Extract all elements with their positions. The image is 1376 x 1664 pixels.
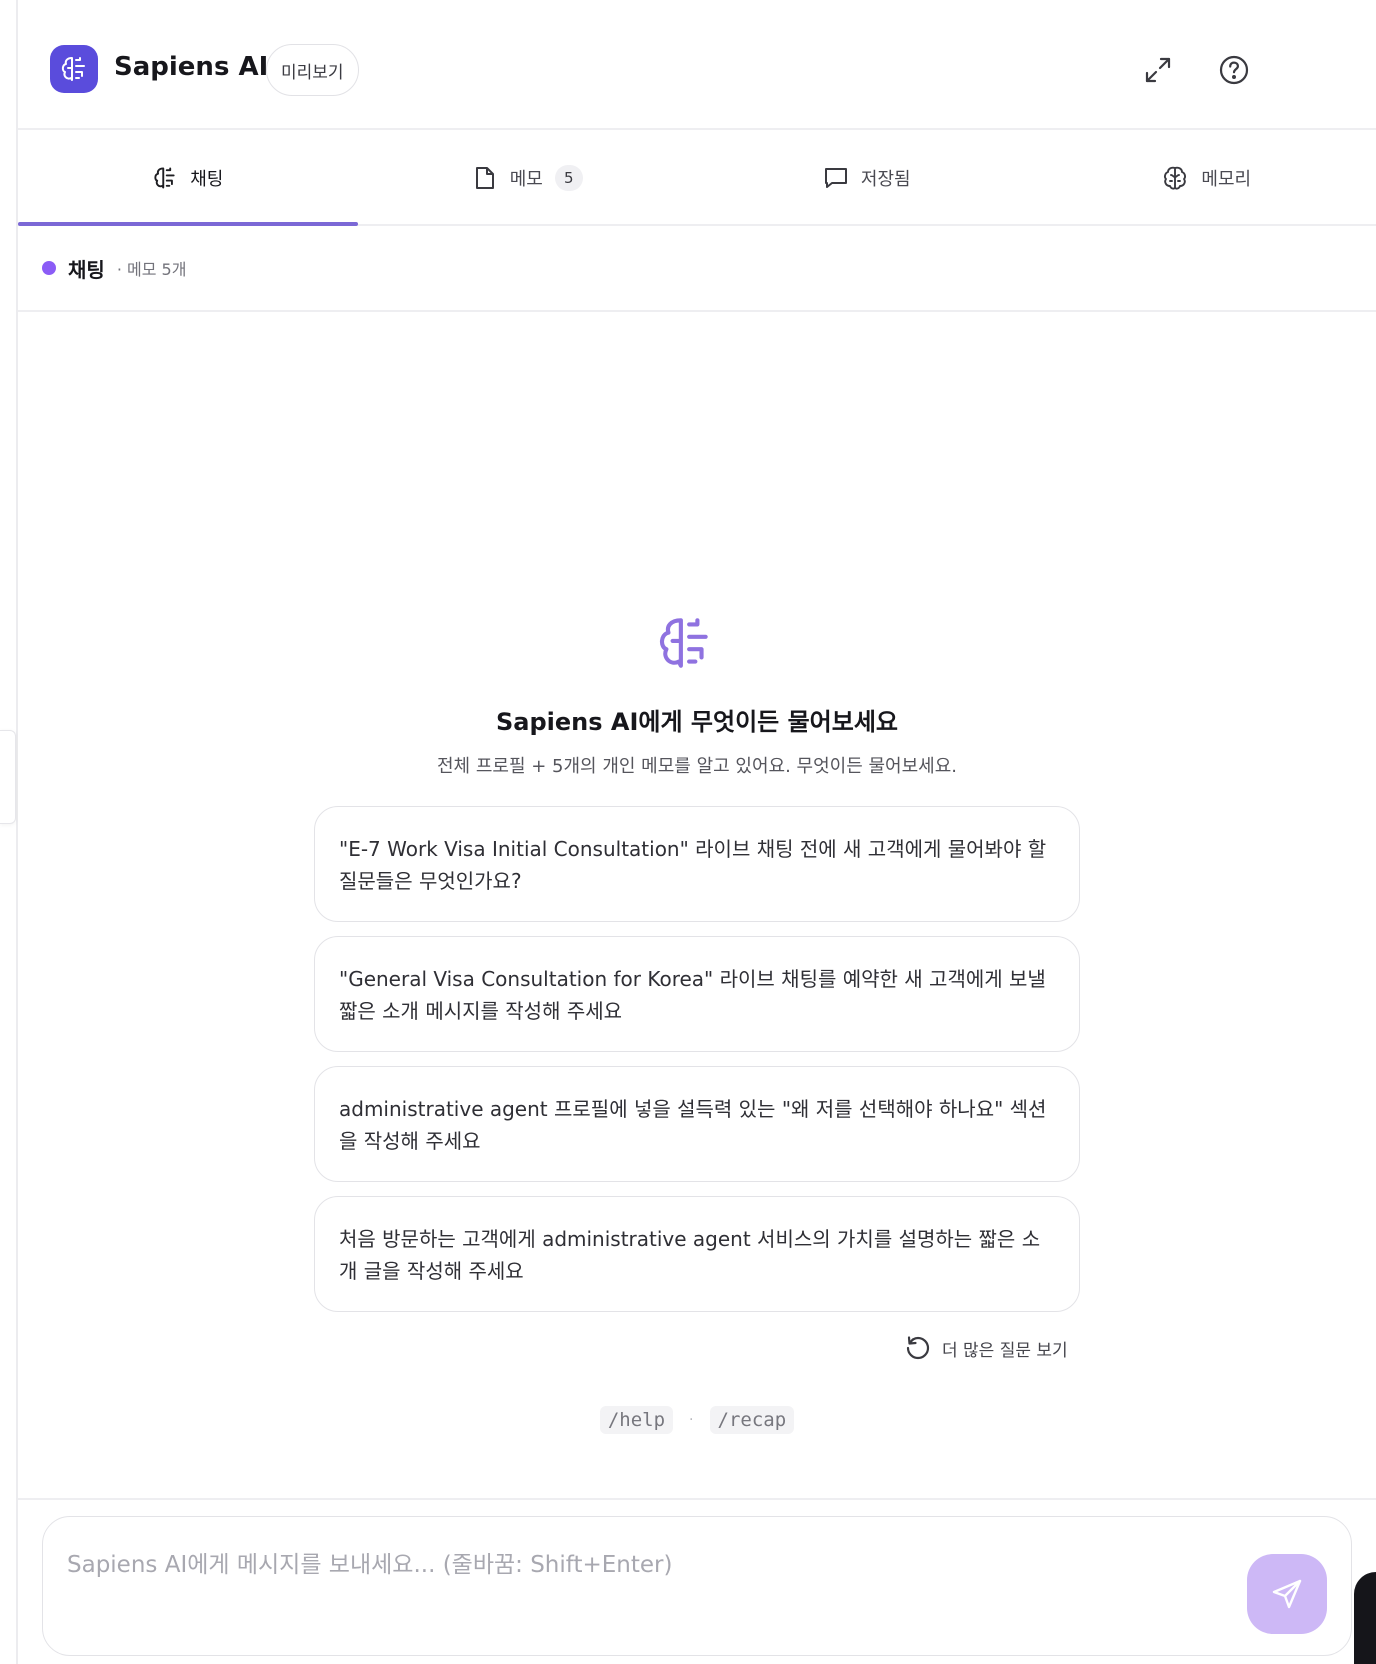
help-button[interactable] <box>1214 50 1254 90</box>
brain-icon <box>154 167 175 189</box>
send-button[interactable] <box>1247 1554 1327 1634</box>
empty-state-title: Sapiens AI에게 무엇이든 물어보세요 <box>496 708 898 736</box>
refresh-icon <box>906 1336 930 1360</box>
document-icon <box>475 167 494 189</box>
brain-icon <box>61 57 85 81</box>
composer-area <box>18 1498 1376 1664</box>
message-composer <box>42 1516 1352 1656</box>
tab-chat-label: 채팅 <box>190 169 224 190</box>
empty-state-subtitle: 전체 프로필 + 5개의 개인 메모를 알고 있어요. 무엇이든 물어보세요. <box>436 756 958 777</box>
tab-memo-label: 메모 <box>509 169 543 190</box>
more-questions-label: 더 많은 질문 보기 <box>942 1340 1068 1361</box>
suggestion-list: "E-7 Work Visa Initial Consultation" 라이브… <box>314 806 1080 1326</box>
command-separator: · <box>689 1412 694 1428</box>
more-questions-button[interactable]: 더 많은 질문 보기 <box>904 1334 1068 1362</box>
tab-saved-label: 저장됨 <box>860 169 911 190</box>
help-command[interactable]: /help <box>599 1406 674 1434</box>
suggestion-card[interactable]: administrative agent 프로필에 넣을 설득력 있는 "왜 저… <box>314 1066 1080 1182</box>
app-logo <box>50 45 98 93</box>
app-header: Sapiens AI 미리보기 <box>18 0 1376 130</box>
tab-memory[interactable]: 메모리 <box>1037 132 1376 224</box>
expand-button[interactable] <box>1138 50 1178 90</box>
expand-icon <box>1145 57 1171 83</box>
sidebar-toggle-handle[interactable] <box>0 730 16 824</box>
help-circle-icon <box>1219 55 1249 85</box>
status-dot <box>42 261 56 275</box>
app-title: Sapiens AI <box>114 52 269 82</box>
suggestion-card[interactable]: "General Visa Consultation for Korea" 라이… <box>314 936 1080 1052</box>
chat-bubble-icon <box>824 168 847 188</box>
tab-memo[interactable]: 메모 5 <box>358 132 698 224</box>
preview-badge[interactable]: 미리보기 <box>266 44 359 96</box>
tab-bar: 채팅 메모 5 저장됨 메모리 <box>18 132 1376 226</box>
tab-memory-label: 메모리 <box>1201 169 1252 190</box>
tab-saved[interactable]: 저장됨 <box>697 132 1037 224</box>
chat-panel: Sapiens AI 미리보기 채팅 메모 5 저장됨 메모리 채팅 · 메모 … <box>18 0 1376 1664</box>
tab-chat[interactable]: 채팅 <box>18 132 358 226</box>
suggestion-card[interactable]: 처음 방문하는 고객에게 administrative agent 서비스의 가… <box>314 1196 1080 1312</box>
window-corner-shadow <box>1354 1572 1376 1664</box>
message-input[interactable] <box>67 1545 1207 1625</box>
context-meta: · 메모 5개 <box>116 260 187 279</box>
suggestion-card[interactable]: "E-7 Work Visa Initial Consultation" 라이브… <box>314 806 1080 922</box>
send-icon <box>1272 1579 1302 1609</box>
memo-count-badge: 5 <box>554 165 583 191</box>
slash-commands: /help · /recap <box>18 1406 1376 1434</box>
brain-outline-icon <box>1164 166 1187 190</box>
context-title: 채팅 <box>68 257 105 282</box>
conversation-context-bar: 채팅 · 메모 5개 <box>18 226 1376 312</box>
brain-icon <box>659 618 708 668</box>
recap-command[interactable]: /recap <box>709 1406 795 1434</box>
